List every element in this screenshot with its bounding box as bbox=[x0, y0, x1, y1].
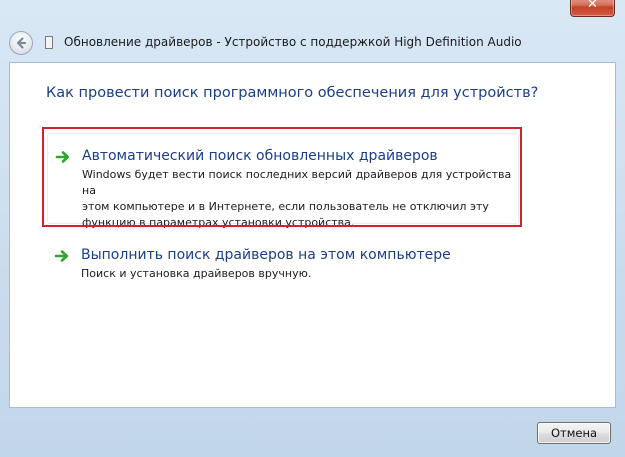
driver-update-window: ✕ Обновление драйверов - Устройство с по… bbox=[0, 0, 625, 457]
highlight-frame bbox=[42, 127, 522, 227]
wizard-content: Как провести поиск программного обеспече… bbox=[9, 62, 616, 408]
option-description: Поиск и установка драйверов вручную. bbox=[81, 267, 312, 280]
back-arrow-icon bbox=[16, 37, 27, 49]
wizard-header: Обновление драйверов - Устройство с подд… bbox=[0, 24, 625, 62]
back-button[interactable] bbox=[9, 31, 33, 55]
close-button[interactable]: ✕ bbox=[570, 0, 615, 17]
option-manual-search[interactable]: Выполнить поиск драйверов на этом компью… bbox=[47, 233, 519, 293]
green-arrow-icon bbox=[54, 250, 69, 262]
cancel-button[interactable]: Отмена bbox=[537, 422, 611, 444]
window-title: Обновление драйверов - Устройство с подд… bbox=[64, 35, 522, 49]
page-question: Как провести поиск программного обеспече… bbox=[46, 85, 539, 101]
document-icon bbox=[45, 36, 53, 49]
wizard-footer: Отмена bbox=[0, 408, 625, 457]
option-title: Выполнить поиск драйверов на этом компью… bbox=[81, 247, 451, 263]
